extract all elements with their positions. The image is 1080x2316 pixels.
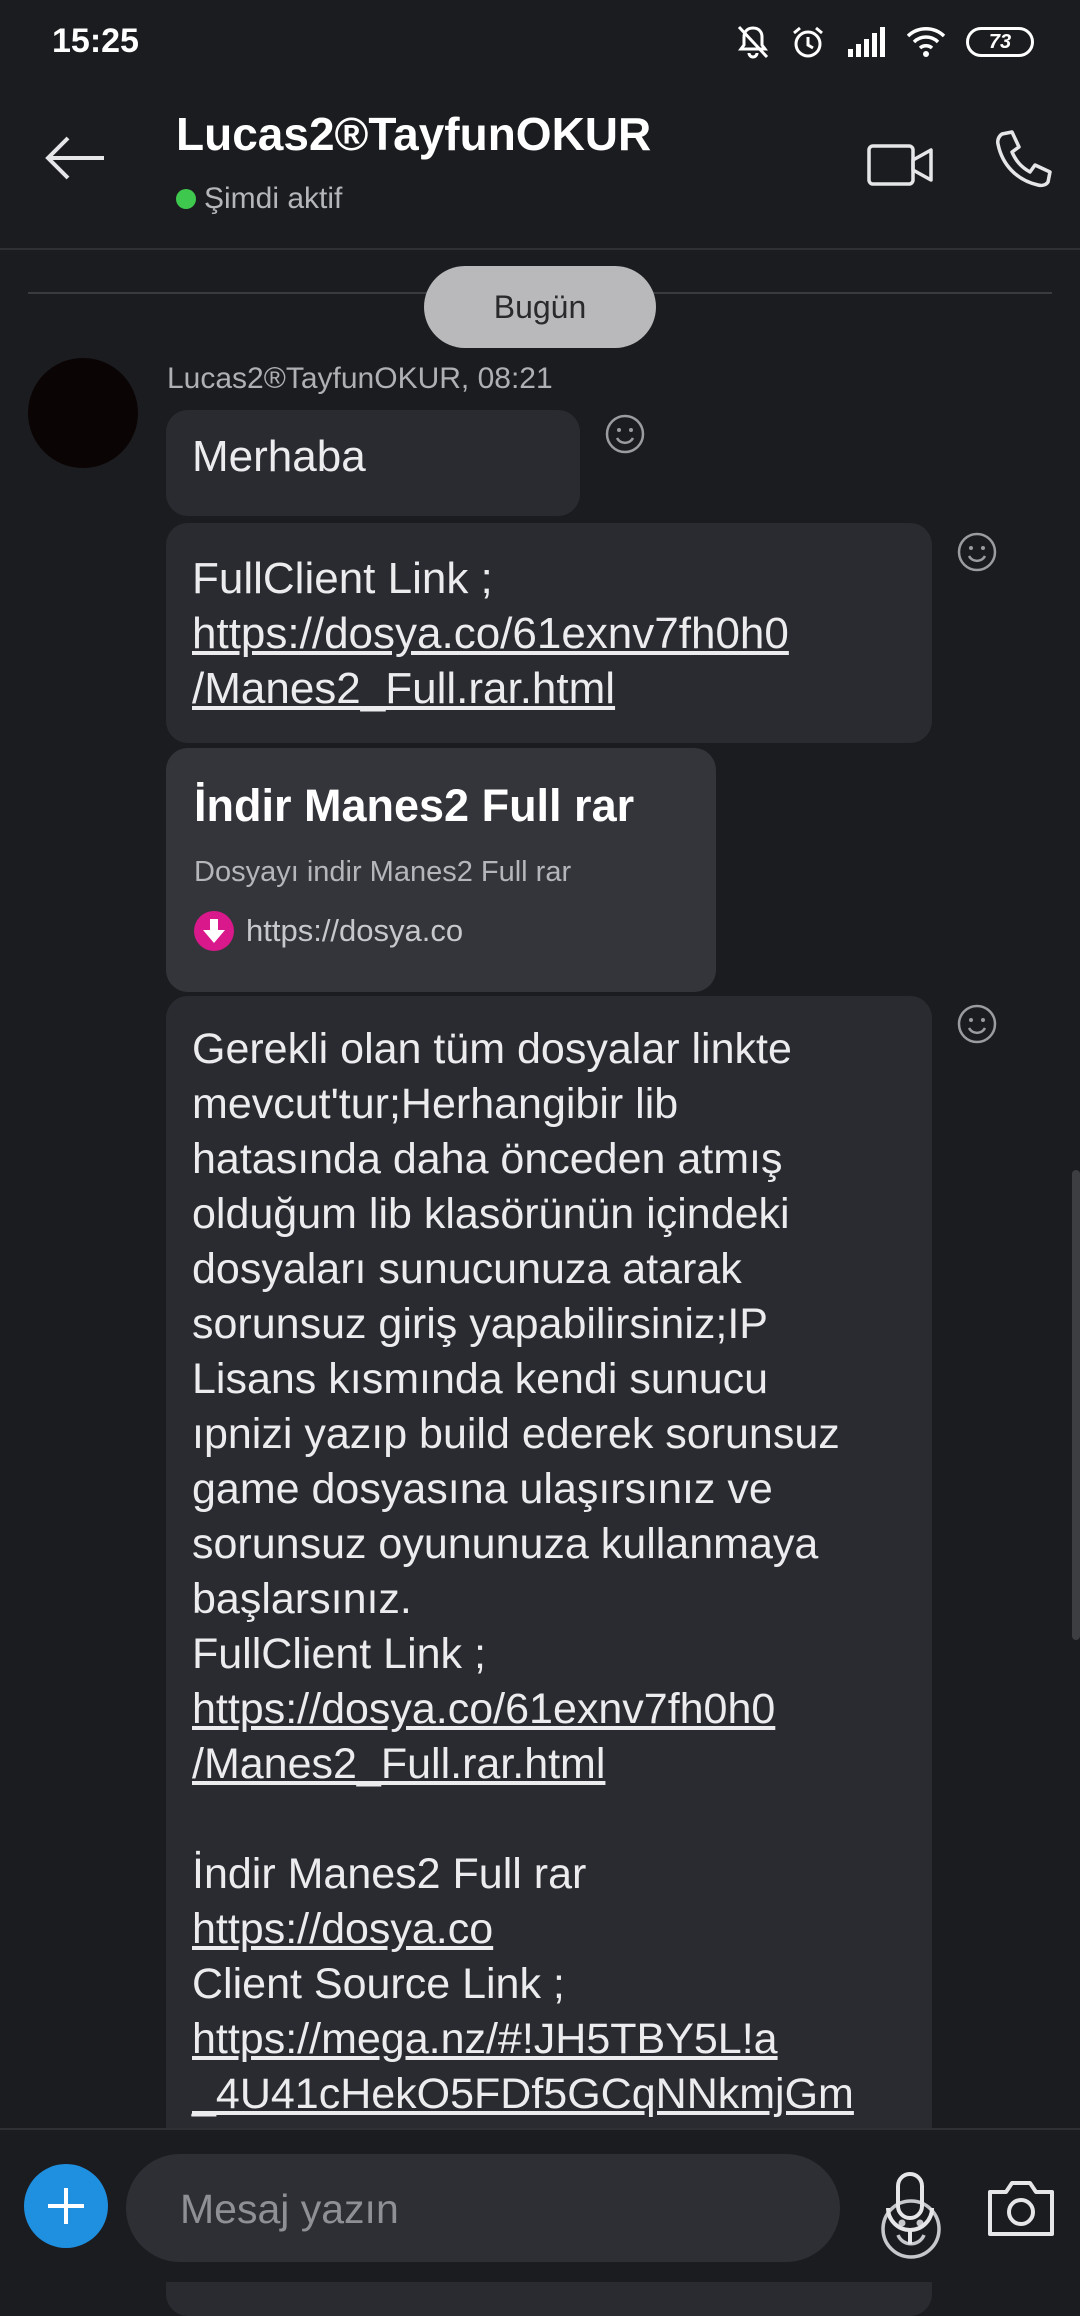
status-bar: 15:25 73 <box>0 0 1080 82</box>
link-preview-title: İndir Manes2 Full rar <box>194 780 635 831</box>
message-text: FullClient Link ; <box>192 1630 486 1678</box>
battery-level: 73 <box>988 30 1012 53</box>
message-link[interactable]: /Manes2_Full.rar.html <box>192 1737 906 1792</box>
message-text: sorunsuz oyununuza kullanmaya <box>192 1520 819 1568</box>
sender-meta: Lucas2®TayfunOKUR, 08:21 <box>167 362 553 395</box>
message-link[interactable]: https://dosya.co/61exnv7fh0h0 <box>192 606 906 661</box>
message-input-container <box>126 2154 941 2264</box>
wifi-icon <box>906 27 946 57</box>
status-time: 15:25 <box>52 22 139 60</box>
link-preview-site: https://dosya.co <box>194 911 688 951</box>
message-text: başlarsınız. <box>192 1575 412 1623</box>
message-input[interactable] <box>178 2154 742 2264</box>
message-text: Merhaba <box>192 432 366 481</box>
message-text: game dosyasına ulaşırsınız ve <box>192 1465 773 1513</box>
link-preview-description: Dosyayı indir Manes2 Full rar <box>194 856 572 888</box>
message-text: FullClient Link ; <box>192 554 493 603</box>
message-text: sorunsuz giriş yapabilirsiniz;IP <box>192 1300 768 1348</box>
microphone-icon[interactable] <box>880 2170 940 2250</box>
chat-header: Lucas2®TayfunOKUR Şimdi aktif <box>0 82 1080 250</box>
video-call-icon[interactable] <box>866 132 936 198</box>
message-link[interactable]: https://mega.nz/#!JH5TBY5L!a <box>192 2012 906 2067</box>
message-text: ıpnizi yazıp build ederek sorunsuz <box>192 1410 840 1458</box>
alarm-icon <box>793 26 823 58</box>
message-text: olduğum lib klasörünün içindeki <box>192 1190 790 1238</box>
message-composer <box>0 2128 1080 2282</box>
link-preview-card[interactable]: İndir Manes2 Full rar Dosyayı indir Mane… <box>166 748 716 992</box>
message-spacer <box>192 1792 906 1847</box>
back-arrow-icon[interactable] <box>40 122 112 194</box>
avatar[interactable] <box>28 358 138 468</box>
message-text: Gerekli olan tüm dosyalar linkte <box>192 1025 792 1073</box>
message-link[interactable]: https://dosya.co/61exnv7fh0h0 <box>192 1682 906 1737</box>
message-link[interactable]: _4U41cHekO5FDf5GCqNNkmjGm <box>192 2067 906 2122</box>
message-text: mevcut'tur;Herhangibir lib <box>192 1080 679 1128</box>
message-text: hatasında daha önceden atmış <box>192 1135 783 1183</box>
message-bubble[interactable]: Gerekli olan tüm dosyalar linkte mevcut'… <box>166 996 932 2316</box>
add-attachment-button[interactable] <box>24 2164 108 2248</box>
reaction-emoji-icon[interactable] <box>955 1002 999 1046</box>
phone-call-icon[interactable] <box>992 128 1052 194</box>
message-link[interactable]: https://dosya.co <box>192 1902 906 1957</box>
reaction-emoji-icon[interactable] <box>603 412 647 456</box>
link-preview-url: https://dosya.co <box>246 913 464 948</box>
message-text: Client Source Link ; <box>192 1960 565 2008</box>
mute-bell-icon <box>737 25 769 59</box>
camera-icon[interactable] <box>984 2174 1058 2240</box>
message-link[interactable]: /Manes2_Full.rar.html <box>192 661 906 716</box>
message-bubble[interactable]: Merhaba <box>166 410 580 516</box>
battery-icon: 73 <box>966 27 1034 57</box>
day-divider-label: Bugün <box>424 266 656 348</box>
download-icon <box>194 911 234 951</box>
message-bubble[interactable]: FullClient Link ; https://dosya.co/61exn… <box>166 523 932 743</box>
message-text: İndir Manes2 Full rar <box>192 1850 587 1898</box>
contact-name[interactable]: Lucas2®TayfunOKUR <box>176 107 651 161</box>
scrollbar[interactable] <box>1072 1170 1080 1640</box>
message-text: dosyaları sunucunuza atarak <box>192 1245 742 1293</box>
status-icons: 73 <box>736 22 1034 62</box>
presence-label: Şimdi aktif <box>204 182 343 215</box>
plus-icon <box>48 2188 84 2224</box>
message-text: Lisans kısmında kendi sunucu <box>192 1355 769 1403</box>
signal-icon <box>848 27 885 57</box>
reaction-emoji-icon[interactable] <box>955 530 999 574</box>
presence-status: Şimdi aktif <box>176 182 342 216</box>
online-dot-icon <box>176 189 196 209</box>
